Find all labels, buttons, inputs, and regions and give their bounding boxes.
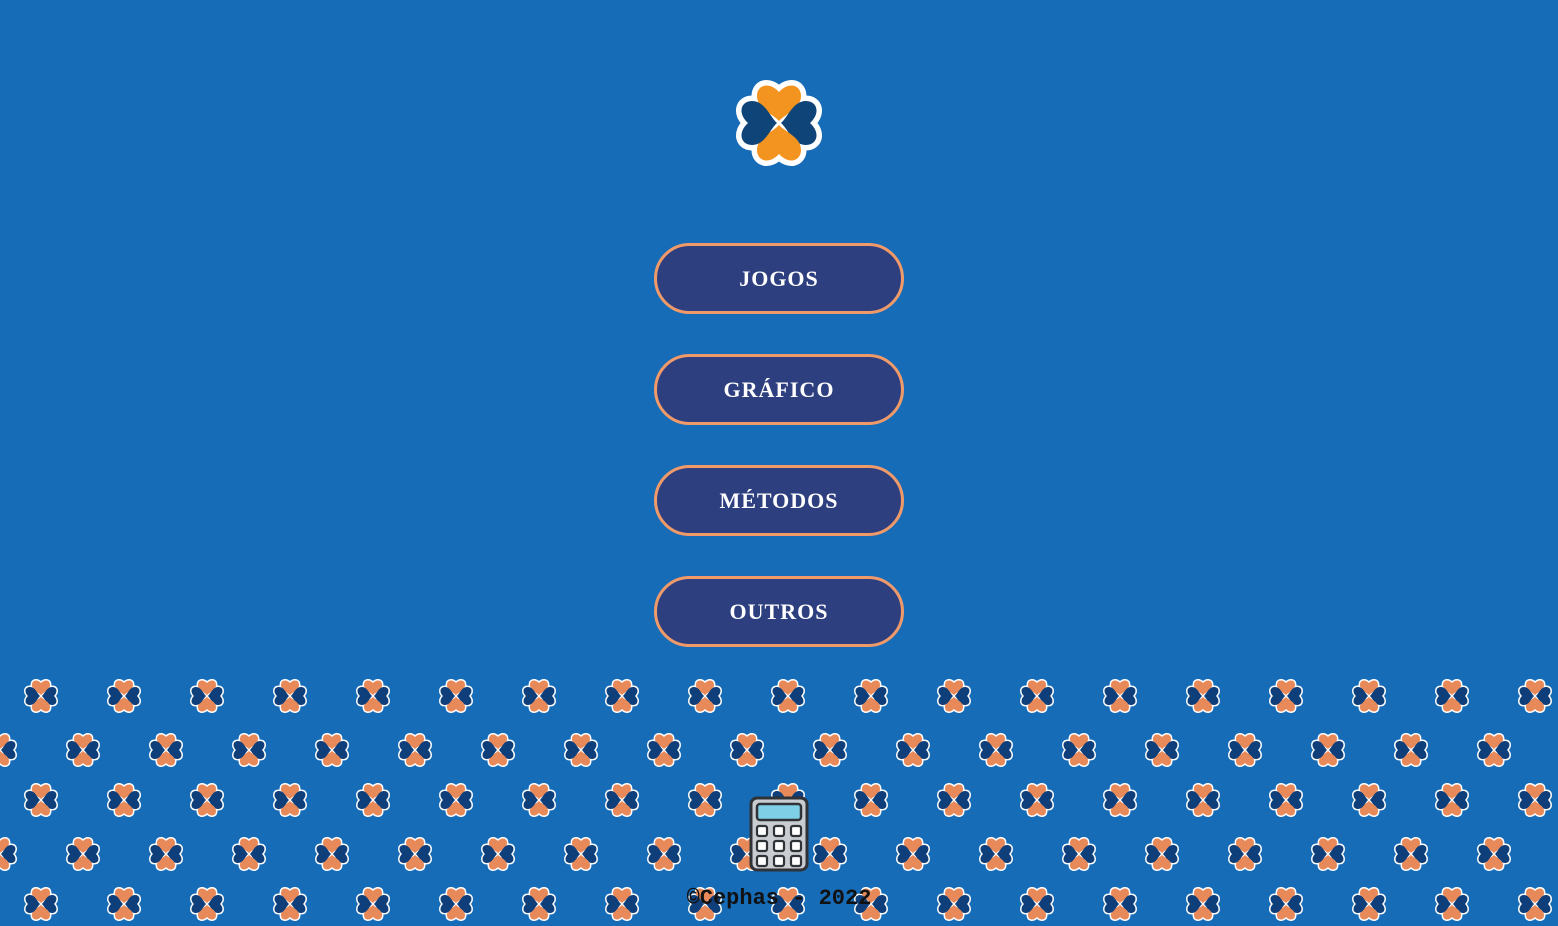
pattern-clover-icon <box>192 681 223 712</box>
pattern-clover-icon <box>1396 735 1427 766</box>
pattern-clover-icon <box>358 681 389 712</box>
metodos-button[interactable]: MÉTODOS <box>654 465 904 536</box>
pattern-clover-icon <box>732 735 763 766</box>
pattern-clover-icon <box>607 785 638 816</box>
pattern-clover-icon <box>1105 681 1136 712</box>
pattern-clover-icon <box>1188 785 1219 816</box>
pattern-clover-icon <box>856 785 887 816</box>
pattern-clover-icon <box>68 839 99 870</box>
pattern-clover-icon <box>151 839 182 870</box>
pattern-clover-icon <box>773 681 804 712</box>
pattern-clover-icon <box>26 785 57 816</box>
pattern-clover-icon <box>1437 681 1468 712</box>
pattern-clover-icon <box>1022 785 1053 816</box>
pattern-clover-icon <box>109 785 140 816</box>
pattern-clover-icon <box>815 839 846 870</box>
pattern-clover-icon <box>1520 681 1551 712</box>
pattern-clover-icon <box>358 785 389 816</box>
pattern-clover-icon <box>1147 735 1178 766</box>
pattern-clover-icon <box>939 785 970 816</box>
pattern-clover-icon <box>690 681 721 712</box>
pattern-clover-icon <box>649 839 680 870</box>
pattern-clover-icon <box>1230 735 1261 766</box>
main-menu: JOGOS GRÁFICO MÉTODOS OUTROS <box>654 243 904 687</box>
pattern-clover-icon <box>109 681 140 712</box>
pattern-clover-icon <box>441 785 472 816</box>
pattern-clover-icon <box>1520 785 1551 816</box>
clover-logo-icon <box>726 70 832 176</box>
pattern-clover-icon <box>649 735 680 766</box>
pattern-clover-icon <box>1147 839 1178 870</box>
pattern-clover-icon <box>400 735 431 766</box>
pattern-clover-icon <box>566 839 597 870</box>
pattern-clover-icon <box>1064 735 1095 766</box>
pattern-clover-icon <box>1022 681 1053 712</box>
grafico-button[interactable]: GRÁFICO <box>654 354 904 425</box>
pattern-clover-icon <box>1105 785 1136 816</box>
pattern-clover-icon <box>1271 785 1302 816</box>
pattern-clover-icon <box>898 735 929 766</box>
pattern-clover-icon <box>524 681 555 712</box>
pattern-clover-icon <box>1313 735 1344 766</box>
pattern-clover-icon <box>1188 681 1219 712</box>
pattern-clover-icon <box>1230 839 1261 870</box>
pattern-clover-icon <box>400 839 431 870</box>
pattern-clover-icon <box>0 735 15 766</box>
pattern-clover-icon <box>981 839 1012 870</box>
pattern-clover-icon <box>234 735 265 766</box>
pattern-clover-icon <box>524 785 555 816</box>
pattern-clover-icon <box>1313 839 1344 870</box>
pattern-clover-icon <box>0 839 15 870</box>
pattern-clover-icon <box>441 681 472 712</box>
pattern-clover-icon <box>234 839 265 870</box>
pattern-clover-icon <box>815 735 846 766</box>
pattern-clover-icon <box>898 839 929 870</box>
pattern-clover-icon <box>192 785 223 816</box>
copyright-footer: ©Cephas - 2022 <box>686 886 872 911</box>
pattern-clover-icon <box>566 735 597 766</box>
pattern-clover-icon <box>317 735 348 766</box>
outros-button[interactable]: OUTROS <box>654 576 904 647</box>
pattern-clover-icon <box>26 681 57 712</box>
pattern-clover-icon <box>483 735 514 766</box>
pattern-clover-icon <box>1271 681 1302 712</box>
pattern-clover-icon <box>1064 839 1095 870</box>
pattern-clover-icon <box>275 681 306 712</box>
pattern-clover-icon <box>68 735 99 766</box>
pattern-clover-icon <box>275 785 306 816</box>
pattern-clover-icon <box>1354 785 1385 816</box>
jogos-button[interactable]: JOGOS <box>654 243 904 314</box>
pattern-clover-icon <box>317 839 348 870</box>
pattern-clover-icon <box>1479 839 1510 870</box>
pattern-clover-icon <box>690 785 721 816</box>
pattern-clover-icon <box>939 681 970 712</box>
pattern-clover-icon <box>483 839 514 870</box>
pattern-clover-icon <box>1354 681 1385 712</box>
calculator-icon[interactable] <box>749 796 809 872</box>
pattern-clover-icon <box>981 735 1012 766</box>
pattern-clover-icon <box>1437 785 1468 816</box>
pattern-clover-icon <box>1479 735 1510 766</box>
pattern-clover-icon <box>151 735 182 766</box>
pattern-clover-icon <box>607 681 638 712</box>
pattern-clover-icon <box>856 681 887 712</box>
pattern-clover-icon <box>1396 839 1427 870</box>
